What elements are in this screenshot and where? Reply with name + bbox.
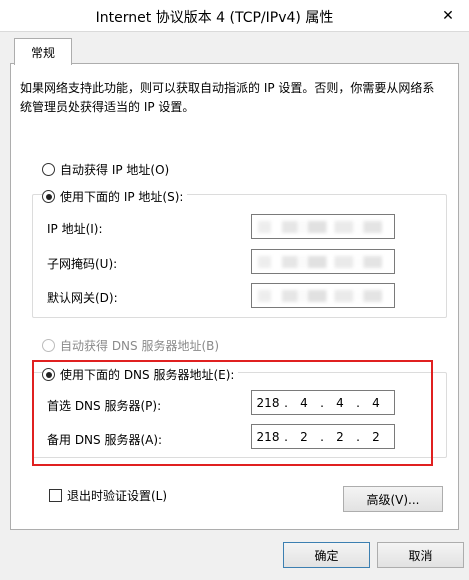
radio-auto-ip-label: 自动获得 IP 地址(O) — [60, 163, 170, 177]
ip-address-input[interactable] — [251, 214, 395, 239]
tab-general-label: 常规 — [30, 45, 55, 60]
validate-on-exit-label: 退出时验证设置(L) — [67, 489, 168, 503]
cancel-button[interactable]: 取消 — [377, 542, 464, 568]
radio-auto-ip[interactable]: 自动获得 IP 地址(O) — [42, 161, 169, 178]
subnet-mask-input[interactable] — [251, 249, 395, 274]
ok-button[interactable]: 确定 — [283, 542, 370, 568]
dns-highlight-annotation — [32, 360, 433, 466]
close-icon[interactable]: ✕ — [435, 5, 461, 27]
redacted-value — [258, 221, 390, 233]
subnet-mask-label: 子网掩码(U): — [47, 257, 118, 271]
radio-manual-ip[interactable]: 使用下面的 IP 地址(S): — [42, 188, 188, 205]
ip-address-label: IP 地址(I): — [47, 222, 103, 236]
radio-manual-ip-circle[interactable] — [42, 190, 55, 203]
advanced-button[interactable]: 高级(V)... — [343, 486, 443, 512]
tab-general[interactable]: 常规 — [14, 38, 72, 65]
default-gateway-label: 默认网关(D): — [47, 291, 118, 305]
radio-auto-dns-label: 自动获得 DNS 服务器地址(B) — [60, 339, 220, 353]
validate-on-exit-checkbox[interactable]: 退出时验证设置(L) — [49, 487, 167, 504]
window-title: Internet 协议版本 4 (TCP/IPv4) 属性 — [95, 10, 334, 26]
validate-on-exit-box[interactable] — [49, 489, 62, 502]
radio-auto-dns-circle[interactable] — [42, 339, 55, 352]
redacted-value — [258, 290, 390, 302]
redacted-value — [258, 256, 390, 268]
radio-auto-ip-circle[interactable] — [42, 163, 55, 176]
default-gateway-input[interactable] — [251, 283, 395, 308]
radio-auto-dns[interactable]: 自动获得 DNS 服务器地址(B) — [42, 337, 219, 354]
title-bar: Internet 协议版本 4 (TCP/IPv4) 属性 ✕ — [0, 0, 469, 32]
radio-manual-ip-label: 使用下面的 IP 地址(S): — [60, 190, 184, 204]
intro-text: 如果网络支持此功能，则可以获取自动指派的 IP 设置。否则，你需要从网络系统管理… — [20, 81, 435, 114]
